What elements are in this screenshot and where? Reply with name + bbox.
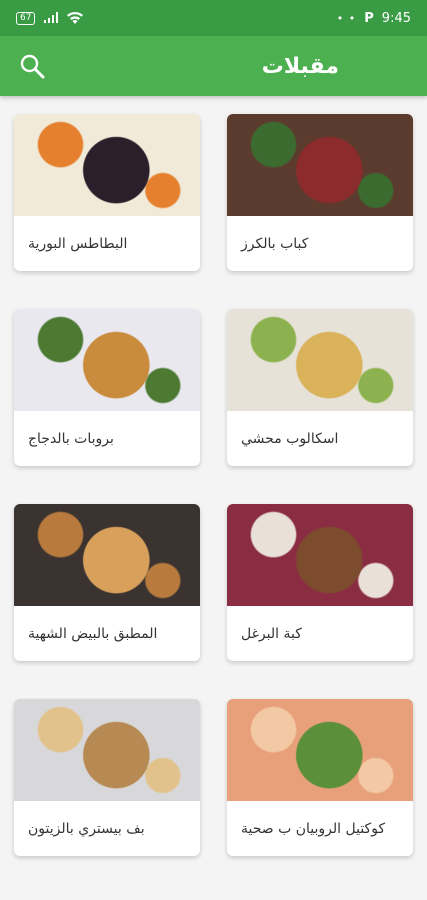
recipe-image: [227, 504, 413, 606]
recipe-title: اسكالوب محشي: [241, 430, 339, 447]
recipe-card[interactable]: المطبق بالبيض الشهية: [14, 504, 200, 661]
signal-icon: [44, 12, 59, 23]
recipe-title: بف بيستري بالزيتون: [28, 820, 145, 837]
recipe-label: كبة البرغل: [227, 606, 413, 661]
search-icon[interactable]: [18, 52, 46, 80]
page-title: مقبلات: [261, 53, 339, 79]
clock: 9:45: [381, 10, 411, 26]
recipe-card[interactable]: كبة البرغل: [227, 504, 413, 661]
recipe-image: [14, 114, 200, 216]
recipe-card[interactable]: كوكتيل الروبيان ب صحية: [227, 699, 413, 856]
recipe-title: البطاطس البورية: [28, 235, 128, 252]
recipe-label: بف بيستري بالزيتون: [14, 801, 200, 856]
recipe-card[interactable]: كباب بالكرز: [227, 114, 413, 271]
status-bar: 67 • • P 9:45: [0, 0, 427, 36]
recipe-title: كوكتيل الروبيان ب صحية: [241, 820, 386, 837]
recipe-label: بروبات بالدجاج: [14, 411, 200, 466]
recipe-label: البطاطس البورية: [14, 216, 200, 271]
recipe-title: بروبات بالدجاج: [28, 430, 114, 447]
status-left: 67: [16, 11, 84, 25]
recipe-label: المطبق بالبيض الشهية: [14, 606, 200, 661]
recipe-image: [227, 309, 413, 411]
app-bar: مقبلات: [0, 36, 427, 96]
recipe-label: اسكالوب محشي: [227, 411, 413, 466]
recipe-title: المطبق بالبيض الشهية: [28, 625, 158, 642]
recipe-label: كباب بالكرز: [227, 216, 413, 271]
battery-icon: 67: [16, 11, 36, 25]
recipe-card[interactable]: البطاطس البورية: [14, 114, 200, 271]
recipe-image: [14, 504, 200, 606]
recipe-label: كوكتيل الروبيان ب صحية: [227, 801, 413, 856]
recipe-image: [14, 699, 200, 801]
carrier-icon: P: [364, 10, 374, 26]
recipe-image: [227, 114, 413, 216]
recipe-card[interactable]: اسكالوب محشي: [227, 309, 413, 466]
recipe-card[interactable]: بروبات بالدجاج: [14, 309, 200, 466]
status-right: • • P 9:45: [337, 11, 411, 26]
recipe-image: [227, 699, 413, 801]
recipe-title: كباب بالكرز: [241, 235, 309, 252]
recipe-card[interactable]: بف بيستري بالزيتون: [14, 699, 200, 856]
wifi-icon: [67, 12, 84, 24]
notification-dots: • •: [336, 11, 357, 25]
recipe-title: كبة البرغل: [241, 625, 302, 642]
recipe-image: [14, 309, 200, 411]
